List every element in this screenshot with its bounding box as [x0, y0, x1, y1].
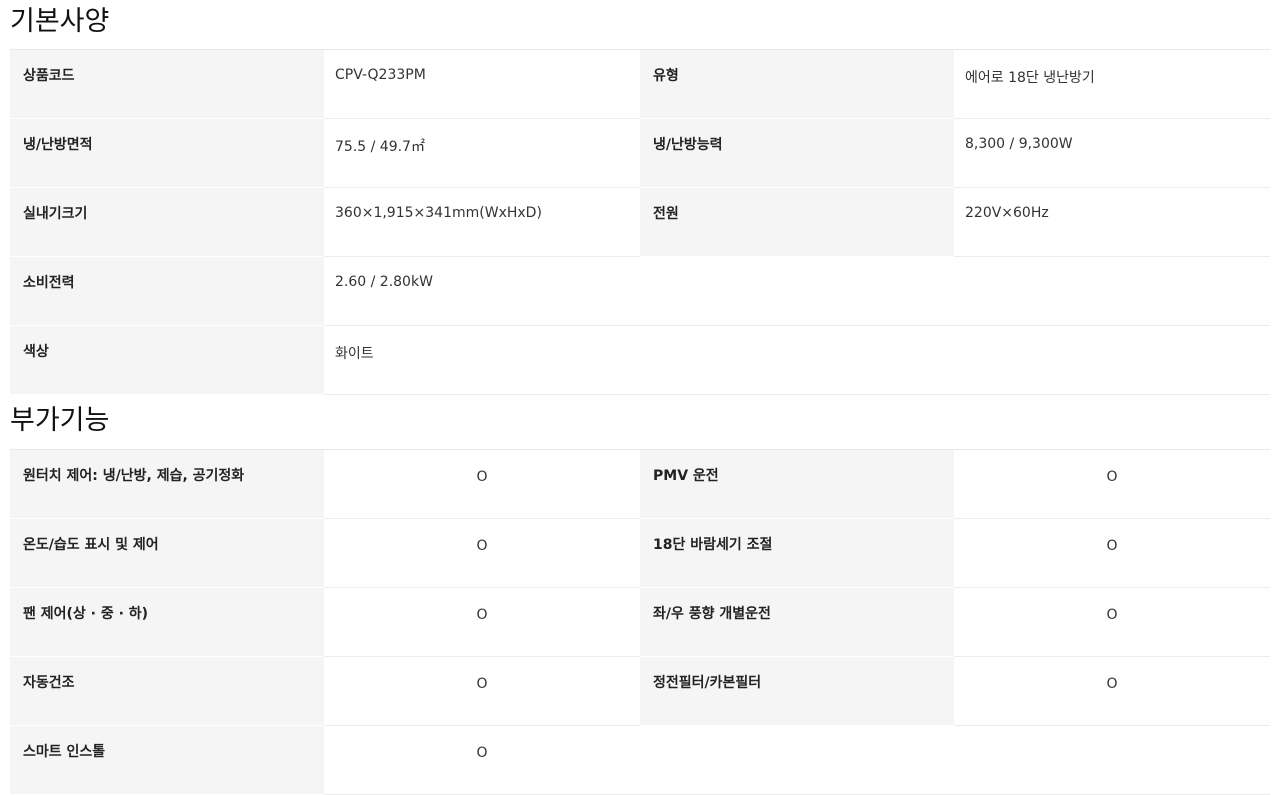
basic-spec-table: 상품코드 CPV-Q233PM 유형 에어로 18단 냉난방기 냉/난방면적 7…: [10, 49, 1270, 395]
spec-value: 220V×60Hz: [954, 188, 1270, 257]
spec-value: CPV-Q233PM: [324, 50, 640, 119]
spec-value: 8,300 / 9,300W: [954, 119, 1270, 188]
feature-label: 온도/습도 표시 및 제어: [10, 519, 324, 588]
extra-features-table: 원터치 제어: 냉/난방, 제습, 공기정화 O PMV 운전 O 온도/습도 …: [10, 449, 1270, 795]
spec-label: 유형: [640, 50, 954, 119]
basic-spec-title: 기본사양: [10, 6, 110, 37]
empty-cell: [954, 726, 1270, 795]
feature-label: 18단 바람세기 조절: [640, 519, 954, 588]
feature-value: O: [324, 657, 640, 726]
feature-label: PMV 운전: [640, 450, 954, 519]
feature-value: O: [324, 519, 640, 588]
feature-label: 스마트 인스톨: [10, 726, 324, 795]
spec-label: 색상: [10, 326, 324, 395]
spec-label: 소비전력: [10, 257, 324, 326]
feature-label: 정전필터/카본필터: [640, 657, 954, 726]
spec-value: 화이트: [324, 326, 1270, 395]
spec-value: 360×1,915×341mm(WxHxD): [324, 188, 640, 257]
feature-value: O: [324, 726, 640, 795]
spec-value: 75.5 / 49.7㎡: [324, 119, 640, 188]
spec-label: 냉/난방능력: [640, 119, 954, 188]
feature-label: 원터치 제어: 냉/난방, 제습, 공기정화: [10, 450, 324, 519]
extra-features-title: 부가기능: [10, 405, 110, 436]
empty-cell: [640, 726, 954, 795]
feature-label: 좌/우 풍향 개별운전: [640, 588, 954, 657]
feature-value: O: [954, 450, 1270, 519]
feature-value: O: [954, 588, 1270, 657]
feature-value: O: [954, 657, 1270, 726]
feature-label: 팬 제어(상 · 중 · 하): [10, 588, 324, 657]
spec-label: 냉/난방면적: [10, 119, 324, 188]
spec-value: 에어로 18단 냉난방기: [954, 50, 1270, 119]
spec-label: 실내기크기: [10, 188, 324, 257]
spec-value: 2.60 / 2.80kW: [324, 257, 1270, 326]
feature-value: O: [324, 588, 640, 657]
feature-value: O: [954, 519, 1270, 588]
feature-label: 자동건조: [10, 657, 324, 726]
spec-label: 상품코드: [10, 50, 324, 119]
spec-label: 전원: [640, 188, 954, 257]
feature-value: O: [324, 450, 640, 519]
